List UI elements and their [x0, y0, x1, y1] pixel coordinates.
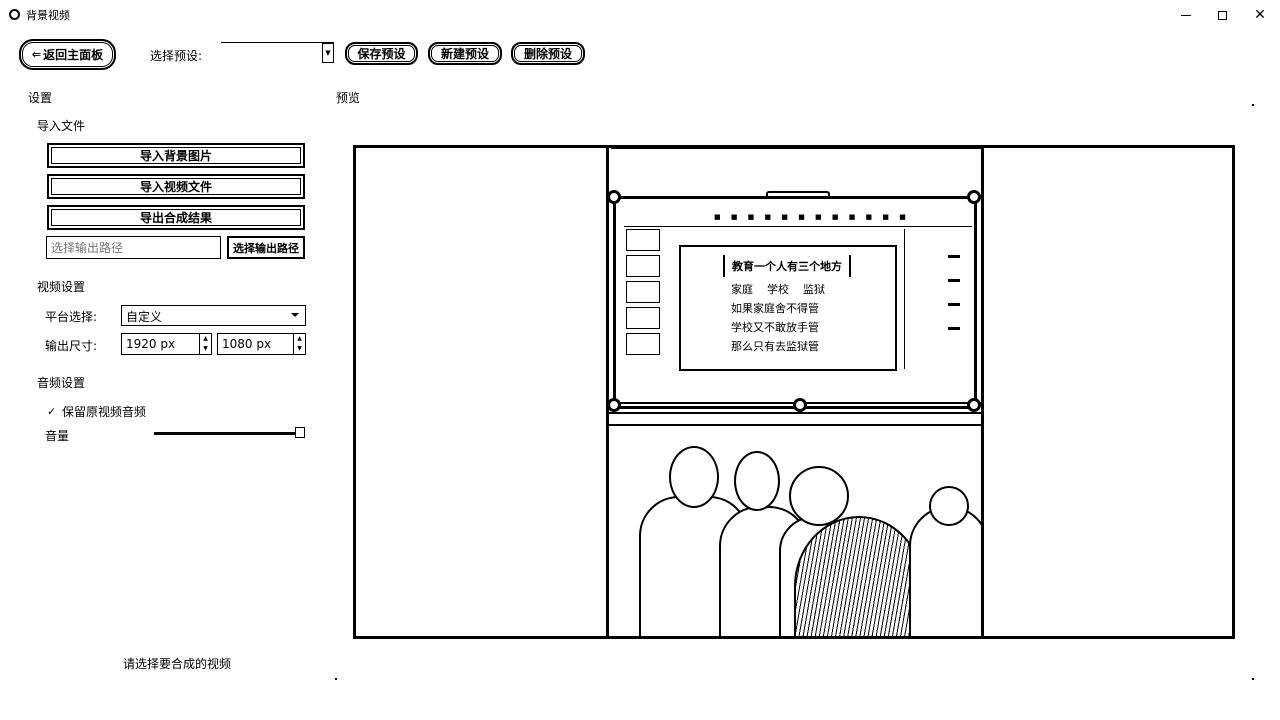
save-preset-button[interactable]: 保存预设: [345, 42, 418, 65]
output-size-label: 输出尺寸:: [45, 339, 98, 353]
back-to-main-label: 返回主面板: [43, 48, 104, 62]
platform-select-value: 自定义: [126, 310, 163, 324]
person-head: [734, 451, 780, 511]
spin-arrows[interactable]: ▲ ▼: [199, 334, 211, 354]
chevron-up-icon[interactable]: ▲: [203, 336, 208, 342]
status-message: 请选择要合成的视频: [123, 657, 232, 671]
chevron-up-icon[interactable]: ▲: [297, 336, 302, 342]
new-preset-button[interactable]: 新建预设: [428, 42, 502, 65]
app-icon: [9, 9, 20, 20]
back-arrow-icon: ⇐: [31, 48, 42, 61]
audio-section-title: 音频设置: [37, 376, 86, 390]
platform-label: 平台选择:: [45, 310, 98, 324]
platform-select[interactable]: 自定义: [121, 305, 306, 326]
person-head: [929, 486, 969, 526]
resize-handle-bottom-right[interactable]: [967, 398, 981, 412]
ribbon-icons: ■ ■ ■ ■ ■ ■ ■ ■ ■ ■ ■ ■: [714, 213, 910, 221]
slide-thumbnail: [626, 229, 660, 251]
ppt-slide: 教育一个人有三个地方 家庭 学校 监狱 如果家庭舍不得管 学校又不敢放手管 那么…: [679, 245, 897, 371]
preset-select[interactable]: ▼: [221, 42, 334, 63]
slide-line: 那么只有去监狱管: [731, 340, 819, 353]
chevron-down-icon[interactable]: ▼: [322, 43, 334, 63]
export-result-button[interactable]: 导出合成结果: [47, 205, 305, 230]
panel-control: [948, 303, 960, 306]
maximize-icon: [1217, 10, 1227, 20]
volume-slider-track[interactable]: [154, 432, 304, 435]
chevron-down-icon[interactable]: ▼: [297, 346, 302, 352]
chevron-down-icon[interactable]: ▼: [203, 346, 208, 352]
resize-handle-bottom-left[interactable]: [607, 398, 621, 412]
preview-right-border: [981, 148, 984, 636]
video-section-title: 视频设置: [37, 280, 86, 294]
person-hair: [794, 516, 924, 636]
preview-canvas[interactable]: ■ ■ ■ ■ ■ ■ ■ ■ ■ ■ ■ ■ 教育一个人有三个地方 家庭 学校…: [353, 145, 1235, 639]
ppt-ribbon: ■ ■ ■ ■ ■ ■ ■ ■ ■ ■ ■ ■: [624, 205, 972, 227]
close-icon: ✕: [1254, 7, 1266, 23]
resize-handle-top-left[interactable]: [607, 190, 621, 204]
person-head: [789, 466, 849, 526]
video-screen: ■ ■ ■ ■ ■ ■ ■ ■ ■ ■ ■ ■ 教育一个人有三个地方 家庭 学校…: [613, 191, 977, 409]
slide-thumbnail: [626, 255, 660, 277]
window-title: 背景视频: [26, 9, 70, 22]
person-head: [669, 446, 719, 508]
video-layer[interactable]: ■ ■ ■ ■ ■ ■ ■ ■ ■ ■ ■ ■ 教育一个人有三个地方 家庭 学校…: [607, 190, 981, 636]
slide-line: 如果家庭舍不得管: [731, 302, 819, 315]
keep-audio-label: 保留原视频音频: [62, 405, 147, 419]
chevron-down-icon: [291, 313, 299, 317]
slide-thumbnail: [626, 333, 660, 355]
resize-handle-top-right[interactable]: [967, 190, 981, 204]
slide-thumbnails: [626, 229, 664, 379]
panel-control: [948, 327, 960, 330]
output-path-input[interactable]: [46, 236, 221, 259]
output-width-spinbox[interactable]: 1920 px ▲ ▼: [121, 333, 212, 355]
import-background-button[interactable]: 导入背景图片: [47, 143, 305, 168]
title-bar: 背景视频 ✕: [0, 0, 1280, 30]
maximize-button[interactable]: [1210, 4, 1234, 26]
resize-dot: [1252, 104, 1254, 106]
preset-label: 选择预设:: [150, 49, 203, 63]
preview-header: 预览: [336, 91, 361, 105]
slide-thumbnail: [626, 307, 660, 329]
slide-line: 学校又不敢放手管: [731, 321, 819, 334]
import-video-button[interactable]: 导入视频文件: [47, 174, 305, 199]
video-top-edge: [611, 147, 981, 149]
import-section-title: 导入文件: [37, 119, 86, 133]
slide-title: 教育一个人有三个地方: [723, 255, 851, 277]
panel-control: [948, 255, 960, 258]
back-to-main-button[interactable]: ⇐ 返回主面板: [19, 39, 116, 70]
minimize-icon: [1181, 14, 1191, 16]
panel-control: [948, 279, 960, 282]
keep-audio-checkbox[interactable]: ✓ 保留原视频音频: [47, 403, 146, 420]
ppt-side-panel: [904, 229, 966, 369]
choose-output-path-button[interactable]: 选择输出路径: [227, 236, 305, 259]
output-width-value: 1920 px: [126, 337, 176, 351]
audience-video-frame: [609, 424, 981, 636]
resize-dot: [335, 678, 337, 680]
resize-dot: [1252, 678, 1254, 680]
volume-label: 音量: [45, 429, 70, 443]
screen-stand: [766, 191, 830, 197]
output-height-spinbox[interactable]: 1080 px ▲ ▼: [217, 333, 306, 355]
slide-thumbnail: [626, 281, 660, 303]
close-button[interactable]: ✕: [1248, 4, 1272, 26]
checkmark-icon[interactable]: ✓: [47, 405, 59, 418]
output-height-value: 1080 px: [222, 337, 272, 351]
resize-handle-bottom[interactable]: [793, 398, 807, 412]
spin-arrows[interactable]: ▲ ▼: [293, 334, 305, 354]
delete-preset-button[interactable]: 删除预设: [511, 42, 585, 65]
volume-slider-handle[interactable]: [295, 427, 305, 438]
minimize-button[interactable]: [1174, 4, 1198, 26]
settings-header: 设置: [28, 91, 53, 105]
slide-line: 家庭 学校 监狱: [731, 283, 825, 296]
